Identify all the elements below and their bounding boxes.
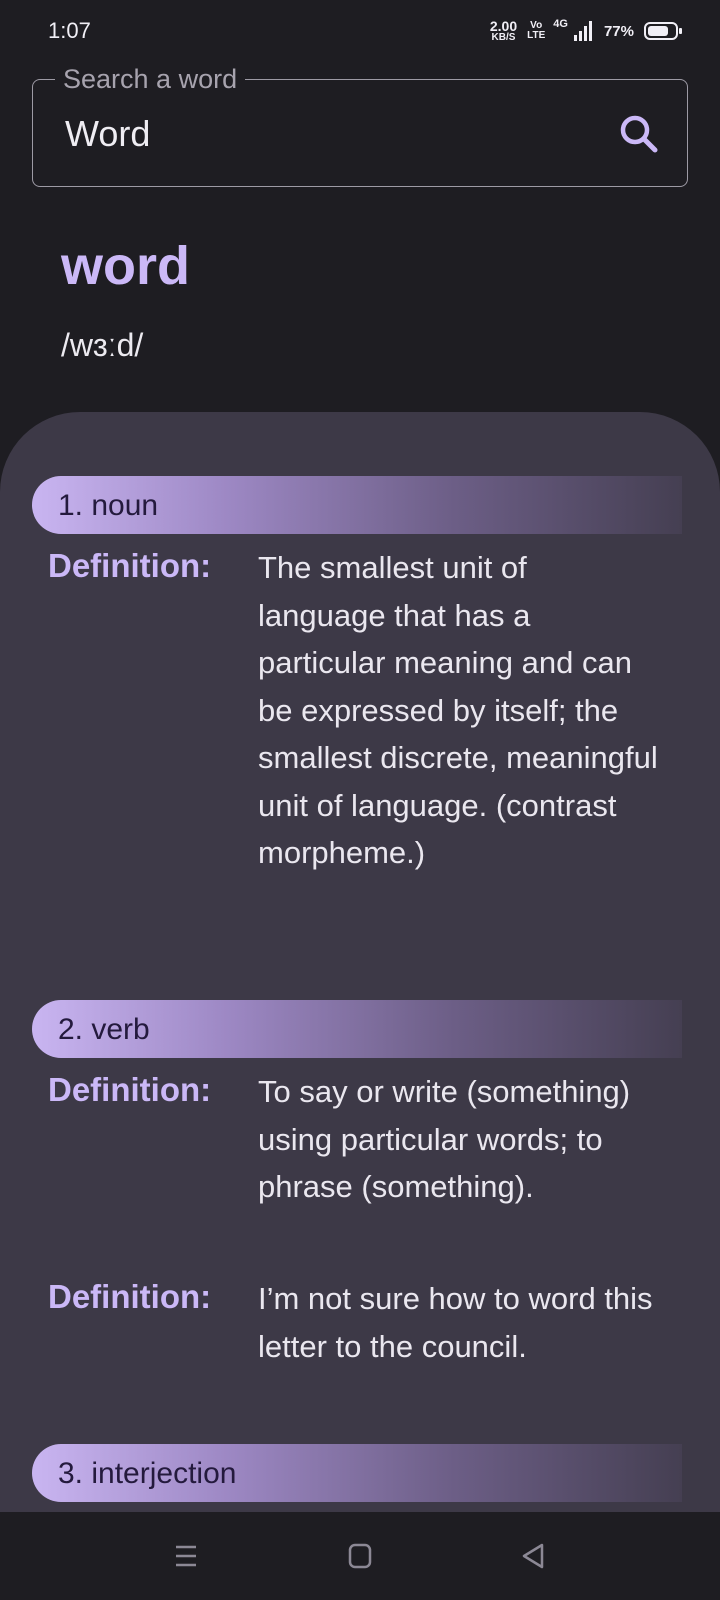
- part-of-speech-label: 2. verb: [58, 1013, 150, 1046]
- search-input[interactable]: Word: [65, 114, 150, 154]
- definition-text: The smallest unit of language that has a…: [258, 550, 658, 870]
- back-button[interactable]: [512, 1534, 556, 1578]
- volte-indicator: Vo LTE: [527, 21, 545, 41]
- battery-percent: 77%: [603, 22, 634, 40]
- definition-text: To say or write (something) using partic…: [258, 1074, 631, 1204]
- network-speed-value: 2.00: [489, 18, 518, 34]
- status-indicators: 2.00 KB/S Vo LTE 4G 77%: [490, 16, 682, 46]
- battery-fill: [648, 26, 669, 36]
- part-of-speech-label: 1. noun: [58, 489, 159, 522]
- volte-bottom: LTE: [527, 30, 546, 41]
- network-speed: 2.00 KB/S: [490, 19, 517, 43]
- status-bar: 1:07 2.00 KB/S Vo LTE 4G 77%: [0, 0, 720, 64]
- dictionary-screen: 1:07 2.00 KB/S Vo LTE 4G 77% Search a wo…: [0, 0, 720, 1600]
- word-title: word: [61, 236, 190, 296]
- definition-label: Definition:: [48, 1278, 212, 1315]
- part-of-speech-label: 3. interjection: [58, 1457, 237, 1490]
- search-label: Search a word: [55, 64, 246, 94]
- definition-label: Definition:: [48, 547, 212, 584]
- search-field[interactable]: Search a word Word: [32, 64, 688, 187]
- search-button[interactable]: [615, 110, 665, 160]
- menu-icon: [176, 1545, 196, 1567]
- home-button[interactable]: [338, 1534, 382, 1578]
- back-icon: [522, 1543, 544, 1569]
- network-type: 4G: [553, 18, 568, 30]
- phonetic: /wɜːd/: [61, 327, 144, 363]
- search-icon: [620, 115, 658, 153]
- definition-label: Definition:: [48, 1071, 212, 1108]
- network-speed-unit: KB/S: [491, 32, 516, 43]
- signal-icon: [573, 21, 592, 41]
- home-icon: [348, 1543, 372, 1569]
- meanings-card: 1. noun Definition: The smallest unit of…: [0, 412, 720, 1512]
- recent-apps-button[interactable]: [164, 1534, 208, 1578]
- part-of-speech-verb: 2. verb: [32, 1000, 682, 1058]
- part-of-speech-noun: 1. noun: [32, 476, 682, 534]
- navigation-bar: [0, 1512, 720, 1600]
- definition-text: I’m not sure how to word this letter to …: [258, 1281, 653, 1364]
- battery-icon: [644, 22, 682, 40]
- part-of-speech-interjection: 3. interjection: [32, 1444, 682, 1502]
- status-time: 1:07: [48, 18, 91, 43]
